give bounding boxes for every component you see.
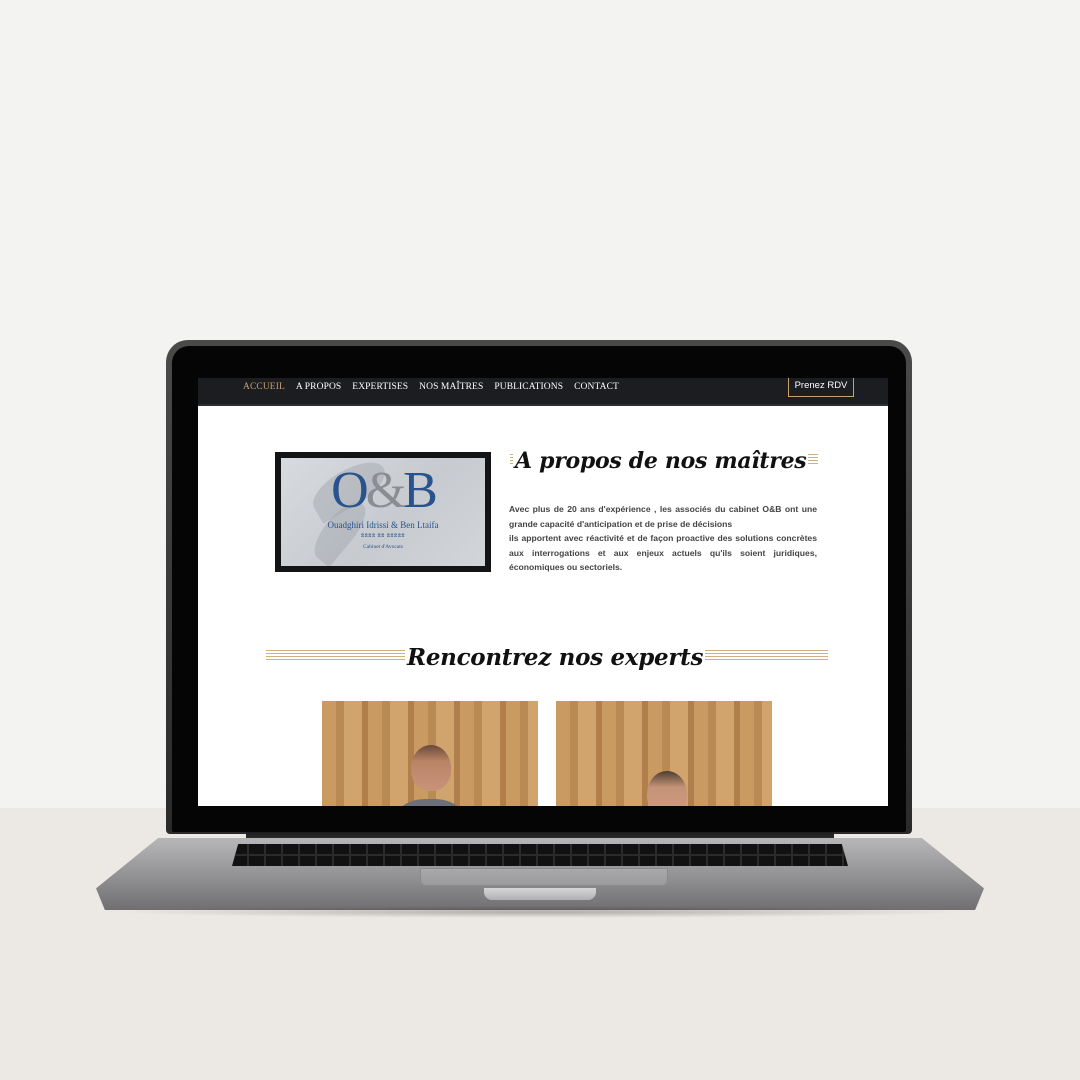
expert-photo-2[interactable] — [556, 701, 772, 806]
logo-letter-b: B — [403, 462, 438, 519]
experts-heading-text: Rencontrez nos experts — [405, 644, 706, 671]
nav-link-accueil[interactable]: ACCUEIL — [243, 382, 285, 392]
nav-link-expertises[interactable]: EXPERTISES — [352, 382, 408, 392]
expert-portrait-head — [411, 745, 451, 791]
about-paragraph-2: ils apportent avec réactivité et de faço… — [509, 533, 817, 573]
expert-portrait-body — [385, 799, 475, 806]
logo-firm-name: Ouadghiri Idrissi & Ben Ltaifa — [327, 520, 439, 530]
logo-monogram: O&B — [281, 464, 485, 518]
laptop-shadow — [110, 906, 970, 918]
logo-ampersand: & — [365, 462, 406, 519]
logo-tagline: Cabinet d'Avocats — [363, 544, 403, 550]
experts-heading: Rencontrez nos experts — [405, 644, 706, 671]
nav-link-publications[interactable]: PUBLICATIONS — [494, 382, 563, 392]
nav-links: ACCUEIL A PROPOS EXPERTISES NOS MAÎTRES … — [243, 382, 619, 392]
laptop-trackpad — [420, 868, 668, 886]
expert-photo-1[interactable] — [322, 701, 538, 806]
about-text: Avec plus de 20 ans d'expérience , les a… — [509, 502, 817, 575]
firm-logo-image: O&B Ouadghiri Idrissi & Ben Ltaifa ⵓⵓⵓⵓ … — [275, 452, 491, 572]
website-screen: ACCUEIL A PROPOS EXPERTISES NOS MAÎTRES … — [198, 378, 888, 806]
nav-link-a-propos[interactable]: A PROPOS — [296, 382, 341, 392]
appointment-button[interactable]: Prenez RDV — [788, 378, 854, 397]
about-heading-text: A propos de nos maîtres — [513, 448, 809, 474]
top-navbar: ACCUEIL A PROPOS EXPERTISES NOS MAÎTRES … — [198, 378, 888, 406]
nav-link-nos-maitres[interactable]: NOS MAÎTRES — [419, 382, 483, 392]
nav-link-contact[interactable]: CONTACT — [574, 382, 619, 392]
logo-letter-o: O — [331, 462, 369, 519]
about-paragraph-1: Avec plus de 20 ans d'expérience , les a… — [509, 504, 817, 529]
laptop-opening-notch — [484, 888, 596, 900]
logo-tifinagh-subtitle: ⵓⵓⵓⵓ ⵓⵓ ⵓⵓⵓⵓⵓ — [360, 533, 406, 539]
about-heading: A propos de nos maîtres — [513, 448, 809, 474]
logo-panel: O&B Ouadghiri Idrissi & Ben Ltaifa ⵓⵓⵓⵓ … — [281, 458, 485, 566]
expert-portrait-head — [647, 771, 687, 806]
laptop-keyboard — [232, 844, 848, 866]
